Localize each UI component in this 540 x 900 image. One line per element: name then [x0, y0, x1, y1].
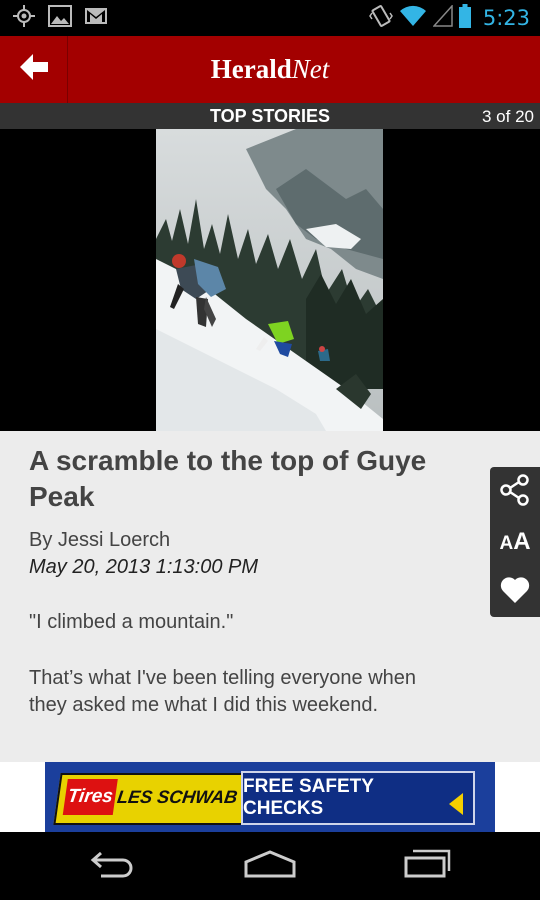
home-icon [243, 849, 297, 883]
status-bar: 5:23 [0, 0, 540, 36]
ad-area: Tires LES SCHWAB FREE SAFETY CHECKS [0, 762, 540, 832]
heart-icon [500, 576, 530, 609]
nav-home-button[interactable] [240, 846, 300, 886]
heraldnet-logo: HeraldNet [210, 54, 330, 84]
ad-brand-name: LES SCHWAB [115, 787, 239, 807]
article: A scramble to the top of Guye Peak By Je… [0, 431, 540, 762]
favorite-button[interactable] [490, 567, 540, 617]
article-headline: A scramble to the top of Guye Peak [29, 445, 427, 512]
page-counter: 3 of 20 [482, 107, 534, 126]
navigation-bar [0, 832, 540, 900]
gmail-icon [84, 7, 108, 30]
recent-apps-icon [403, 849, 453, 884]
back-nav-icon [87, 849, 137, 884]
article-byline: By Jessi Loerch [29, 529, 171, 551]
nav-back-button[interactable] [82, 846, 142, 886]
ad-cta: FREE SAFETY CHECKS [241, 771, 475, 825]
back-button[interactable] [0, 36, 68, 103]
article-paragraph: "I climbed a mountain." [29, 611, 234, 633]
wifi-icon [399, 5, 427, 32]
notification-icons [0, 4, 108, 33]
font-size-icon: AA [499, 528, 531, 555]
ad-cta-label: FREE SAFETY CHECKS [243, 776, 374, 819]
vibrate-icon [368, 4, 393, 33]
signal-icon [432, 3, 453, 32]
image-icon [48, 4, 72, 32]
font-size-button[interactable]: AA [490, 517, 540, 567]
section-bar: TOP STORIES 3 of 20 [0, 103, 540, 129]
article-date: May 20, 2013 1:13:00 PM [29, 556, 259, 578]
nav-recent-button[interactable] [398, 846, 458, 886]
photo-area [0, 129, 540, 431]
app-header: HeraldNet [0, 36, 540, 103]
chevron-left-icon [449, 793, 463, 815]
ad-tires-label: Tires [62, 779, 118, 815]
battery-icon [458, 3, 471, 33]
article-photo[interactable] [156, 129, 383, 431]
gps-icon [12, 4, 36, 33]
back-arrow-icon [19, 54, 48, 85]
share-button[interactable] [490, 467, 540, 517]
clock: 5:23 [482, 6, 530, 30]
share-icon [499, 473, 531, 511]
section-title: TOP STORIES [209, 106, 331, 126]
article-paragraph: That’s what I've been telling everyone w… [29, 667, 417, 716]
system-icons: 5:23 [368, 0, 530, 36]
article-tools: AA [490, 467, 540, 617]
ad-banner[interactable]: Tires LES SCHWAB FREE SAFETY CHECKS [45, 762, 495, 832]
